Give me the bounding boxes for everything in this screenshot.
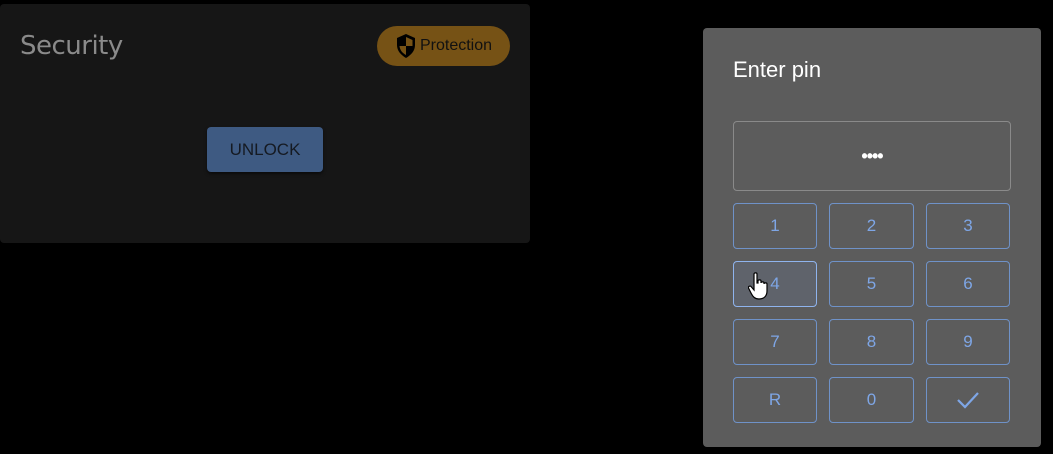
- check-icon: [957, 392, 979, 409]
- pin-dialog: Enter pin •••• 1 2 3 4 5 6 7 8 9 R 0: [703, 28, 1041, 447]
- badge-label: Protection: [419, 37, 493, 54]
- hand-cursor-icon: [748, 272, 768, 300]
- key-5[interactable]: 5: [829, 261, 914, 307]
- protection-badge: Protection: [377, 26, 510, 66]
- key-2[interactable]: 2: [829, 203, 914, 249]
- key-0[interactable]: 0: [829, 377, 914, 423]
- key-6[interactable]: 6: [926, 261, 1010, 307]
- shield-icon: [396, 34, 415, 58]
- dialog-title: Enter pin: [733, 57, 822, 82]
- security-card: Security Protection UNLOCK: [0, 4, 530, 243]
- key-1[interactable]: 1: [733, 203, 817, 249]
- unlock-button[interactable]: UNLOCK: [207, 127, 323, 172]
- pin-input[interactable]: ••••: [733, 121, 1011, 191]
- confirm-button[interactable]: [926, 377, 1010, 423]
- card-title: Security: [20, 31, 123, 61]
- key-7[interactable]: 7: [733, 319, 817, 365]
- reset-key[interactable]: R: [733, 377, 817, 423]
- key-8[interactable]: 8: [829, 319, 914, 365]
- key-9[interactable]: 9: [926, 319, 1010, 365]
- key-3[interactable]: 3: [926, 203, 1010, 249]
- key-4[interactable]: 4: [733, 261, 817, 307]
